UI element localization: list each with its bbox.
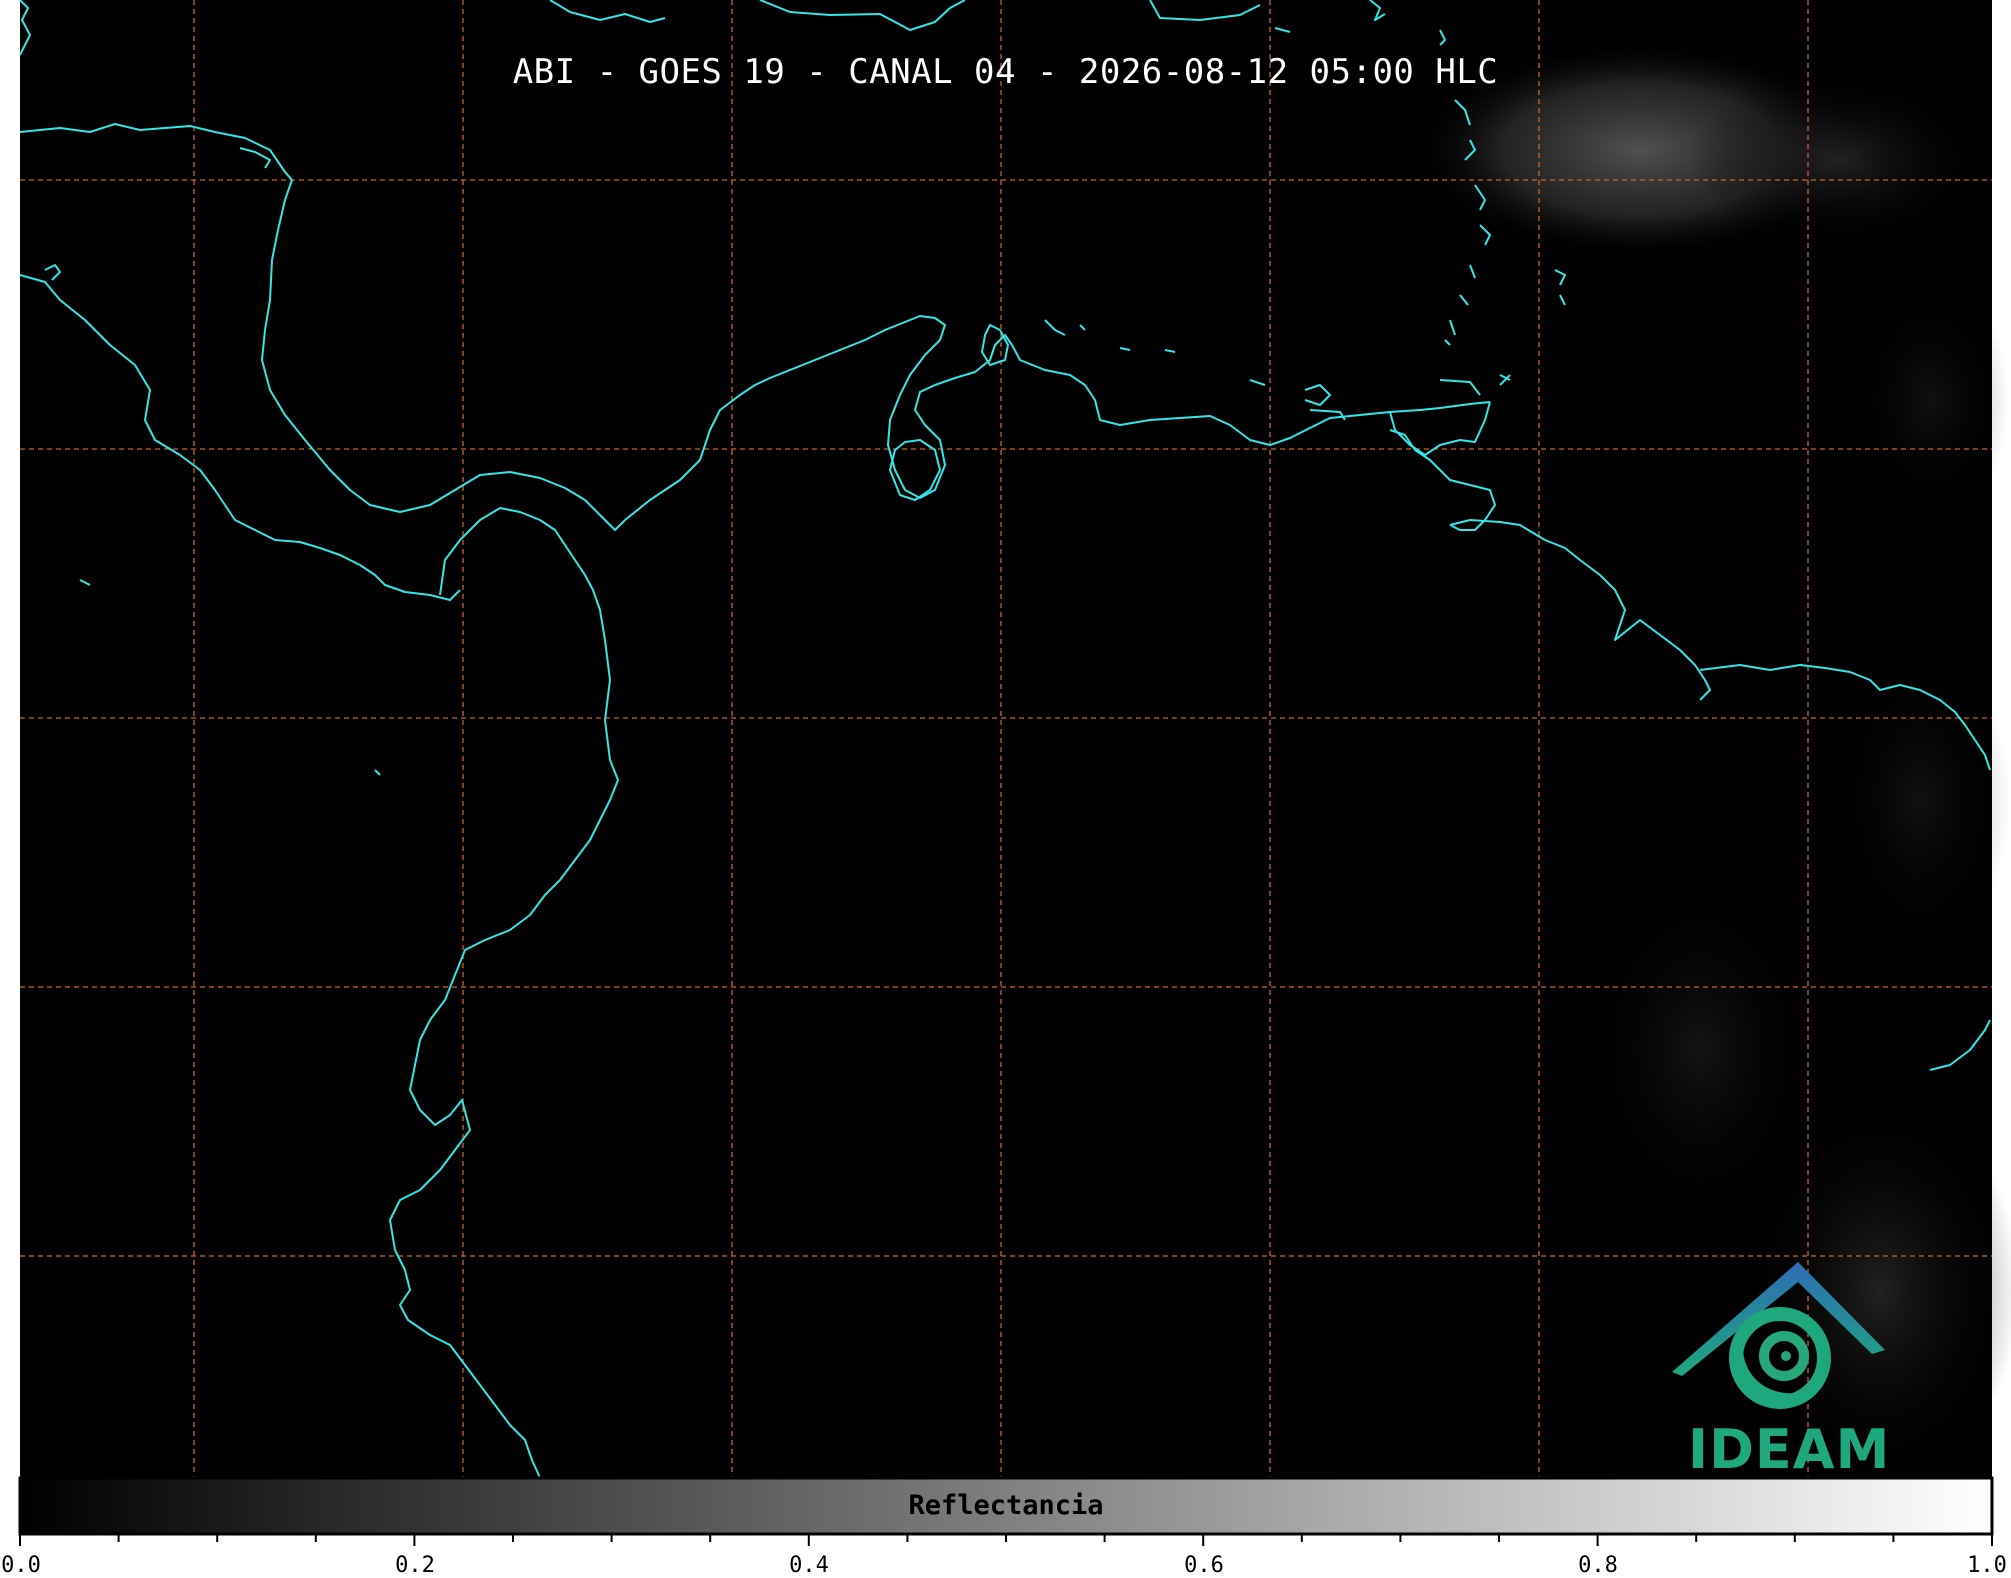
colorbar-tick-label: 0.2 xyxy=(395,1553,435,1578)
ideam-logo-text: IDEAM xyxy=(1688,1418,1891,1481)
colorbar-tick-label: 0.6 xyxy=(1184,1553,1224,1578)
colorbar-tick-label: 1.0 xyxy=(1967,1553,2007,1578)
satellite-map xyxy=(18,0,2011,1546)
colorbar-tick-label: 0.4 xyxy=(789,1553,829,1578)
colorbar-tick-label: 0.0 xyxy=(1,1553,41,1578)
colorbar-tick-label: 0.8 xyxy=(1578,1553,1618,1578)
colorbar-label: Reflectancia xyxy=(908,1490,1104,1521)
colorbar-ticks xyxy=(19,1534,1993,1546)
